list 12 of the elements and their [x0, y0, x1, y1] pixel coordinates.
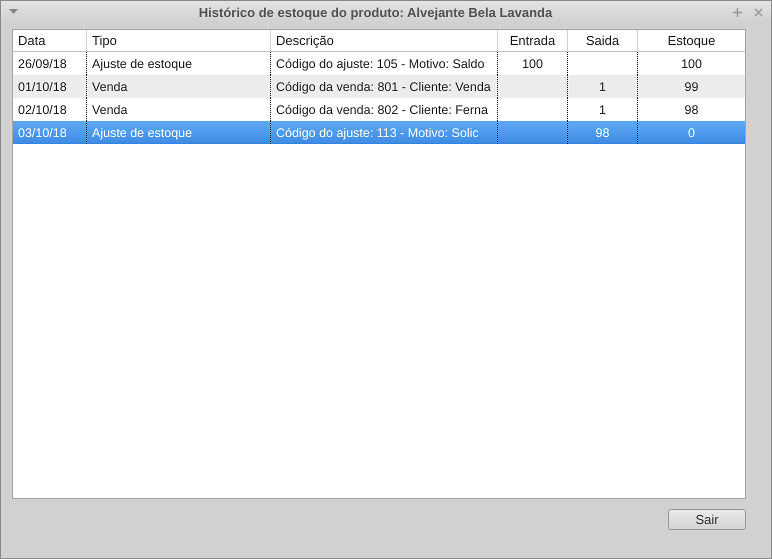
table-cell[interactable] — [497, 75, 567, 98]
close-icon[interactable] — [754, 8, 763, 16]
maximize-icon[interactable] — [733, 8, 742, 16]
table-cell[interactable]: Venda — [86, 75, 270, 98]
table-cell[interactable]: 1 — [567, 75, 637, 98]
table-cell[interactable]: Código da venda: 801 - Cliente: Venda — [270, 75, 497, 98]
table-cell[interactable] — [497, 121, 567, 144]
menu-arrow-icon[interactable] — [9, 9, 18, 15]
window-title: Histórico de estoque do produto: Alvejante Bela Lavanda — [198, 4, 554, 20]
table-cell[interactable]: 99 — [637, 75, 745, 98]
table-cell[interactable]: 01/10/18 — [13, 75, 86, 98]
exit-button[interactable]: Sair — [668, 509, 746, 530]
